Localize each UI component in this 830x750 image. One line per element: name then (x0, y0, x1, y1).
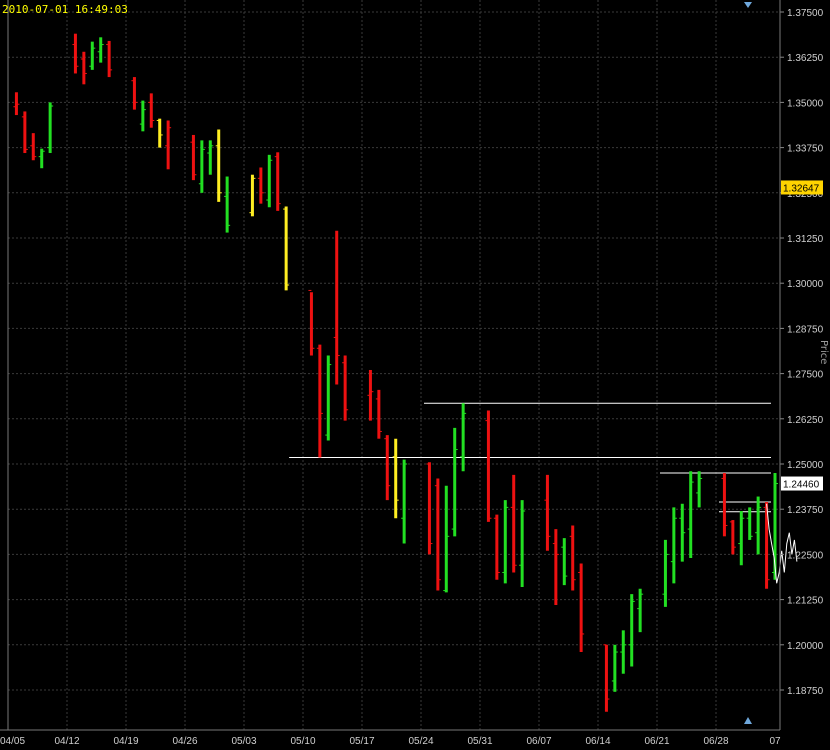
x-tick-label: 05/24 (408, 736, 433, 747)
y-tick-label: 1.30000 (787, 279, 824, 290)
y-tick-label: 1.36250 (787, 53, 824, 64)
y-tick-label: 1.28750 (787, 324, 824, 335)
x-tick-label: 05/03 (231, 736, 256, 747)
price-chart: 1.375001.362501.350001.337501.325001.312… (0, 0, 830, 750)
x-tick-label: 04/19 (113, 736, 138, 747)
y-tick-label: 1.35000 (787, 98, 824, 109)
x-tick-label: 06/14 (585, 736, 610, 747)
x-tick-label: 05/10 (290, 736, 315, 747)
x-tick-label: 06/21 (644, 736, 669, 747)
y-tick-label: 1.20000 (787, 641, 824, 652)
y-tick-label: 1.37500 (787, 8, 824, 19)
y-tick-label: 1.22500 (787, 550, 824, 561)
y-tick-label: 1.33750 (787, 144, 824, 155)
x-tick-label: 06/07 (526, 736, 551, 747)
y-tick-label: 1.31250 (787, 234, 824, 245)
axis-side-label: Price (818, 340, 829, 365)
y-tick-label: 1.25000 (787, 460, 824, 471)
y-tick-label: 1.21250 (787, 596, 824, 607)
chart-background (0, 0, 830, 750)
x-tick-label: 05/17 (349, 736, 374, 747)
x-tick-label: 07 (769, 736, 781, 747)
x-tick-label: 06/28 (703, 736, 728, 747)
y-tick-label: 1.27500 (787, 370, 824, 381)
timestamp-label: 2010-07-01 16:49:03 (2, 3, 128, 16)
price-tag-label: 1.24460 (783, 480, 820, 491)
y-tick-label: 1.23750 (787, 505, 824, 516)
y-tick-label: 1.18750 (787, 686, 824, 697)
y-tick-label: 1.26250 (787, 415, 824, 426)
x-tick-label: 04/12 (54, 736, 79, 747)
x-tick-label: 04/26 (172, 736, 197, 747)
x-tick-label: 05/31 (467, 736, 492, 747)
price-tag-label: 1.32647 (783, 183, 820, 194)
x-tick-label: 04/05 (0, 736, 25, 747)
